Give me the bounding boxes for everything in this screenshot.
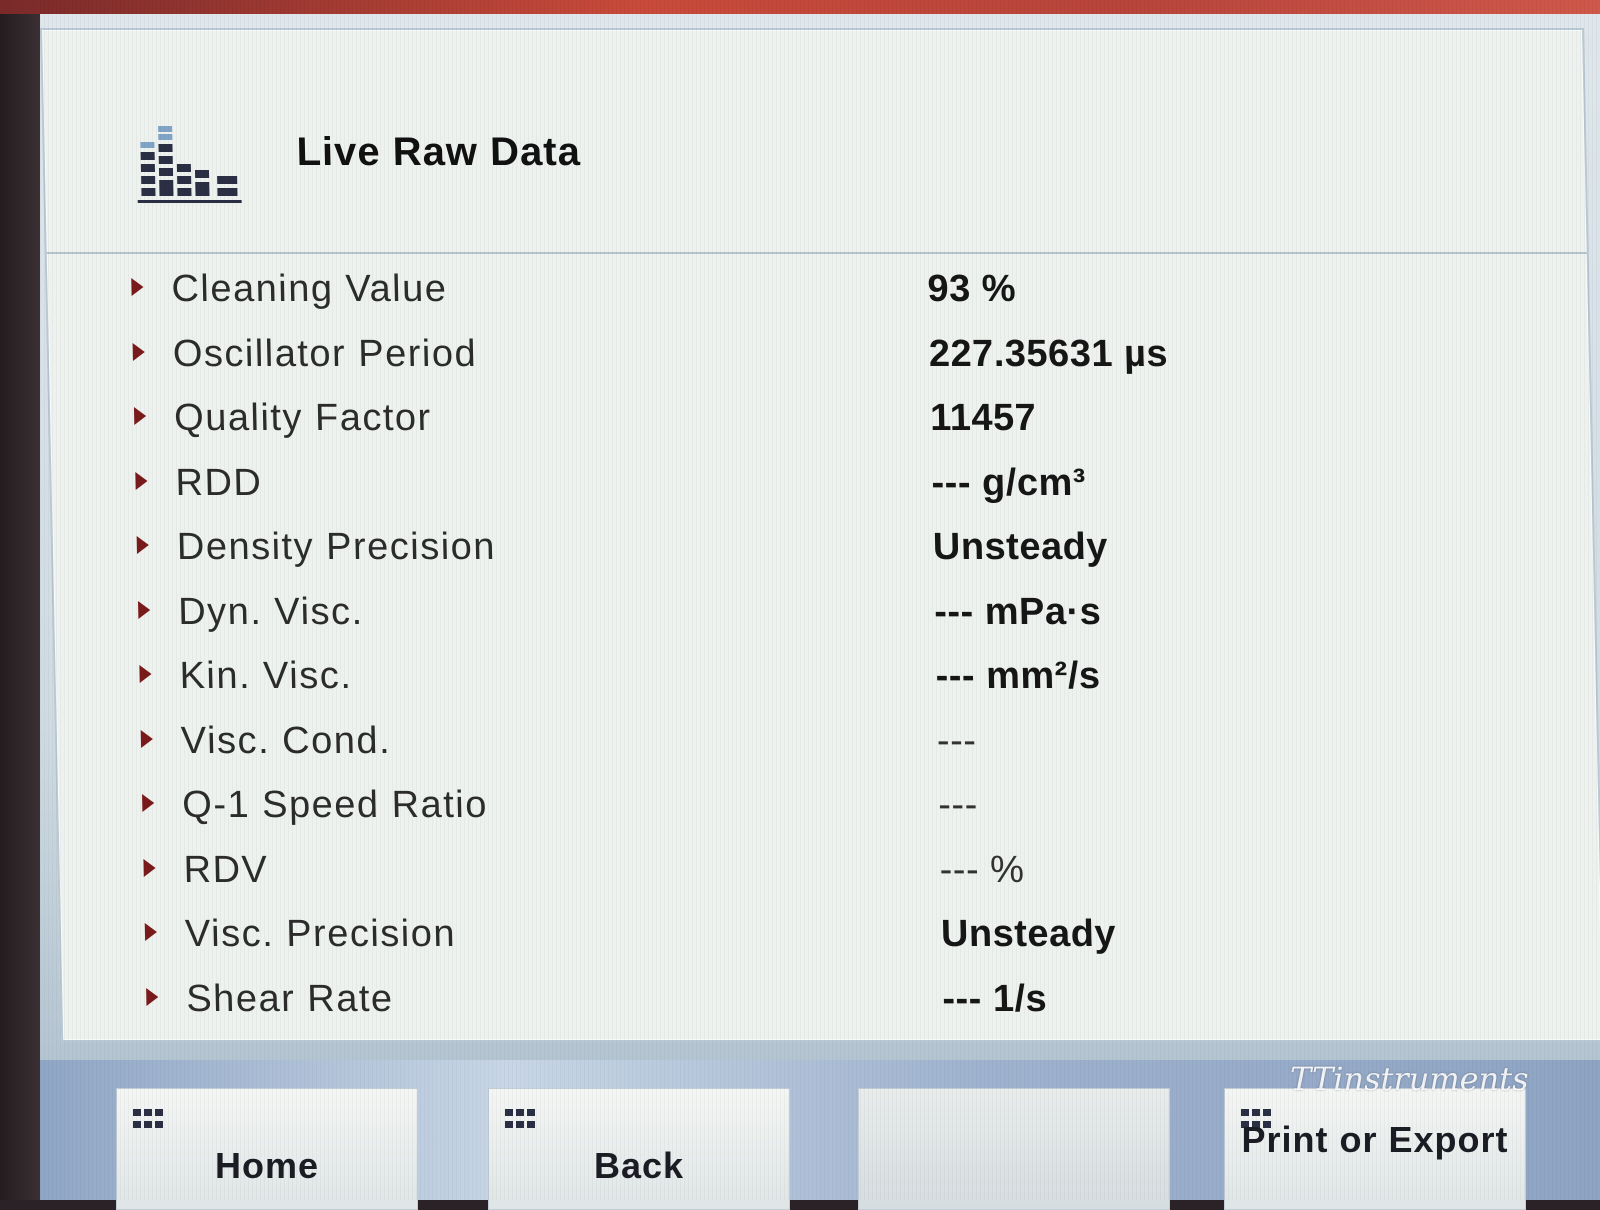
expand-arrow-icon <box>136 536 150 554</box>
panel-header: Live Raw Data <box>42 30 1587 254</box>
row-value: Unsteady <box>940 913 1117 955</box>
row-label: Quality Factor <box>173 397 433 439</box>
row-label: Kin. Visc. <box>179 655 353 697</box>
row-label: Density Precision <box>176 526 497 568</box>
list-item[interactable]: Visc. Cond. --- <box>56 710 1597 775</box>
list-item[interactable]: RDV --- % <box>59 839 1600 904</box>
expand-arrow-icon <box>132 342 145 361</box>
home-button-label: Home <box>214 1145 320 1186</box>
list-item[interactable]: Q-1 Speed Ratio --- <box>58 774 1599 839</box>
list-item[interactable]: Oscillator Period 227.35631 µs <box>48 323 1589 388</box>
grip-icon <box>505 1109 535 1129</box>
back-button-label: Back <box>593 1145 685 1186</box>
list-item[interactable]: Density Precision Unsteady <box>52 516 1593 581</box>
expand-arrow-icon <box>133 407 147 425</box>
print-export-button-label: Print or Export <box>1241 1119 1509 1160</box>
row-value: --- <box>937 784 979 826</box>
row-value: --- mPa·s <box>933 590 1102 633</box>
expand-arrow-icon <box>135 471 148 490</box>
expand-arrow-icon <box>143 858 156 877</box>
bar-chart-icon <box>137 126 242 203</box>
expand-arrow-icon <box>140 729 154 748</box>
home-button[interactable]: Home <box>116 1088 418 1210</box>
list-item[interactable]: RDD --- g/cm³ <box>51 452 1592 517</box>
print-export-button[interactable]: Print or Export <box>1224 1088 1526 1210</box>
watermark: TTinstruments <box>1290 1060 1529 1098</box>
row-value: 11457 <box>929 397 1037 439</box>
row-value: --- g/cm³ <box>931 461 1087 504</box>
row-label: Cleaning Value <box>171 268 448 310</box>
row-value: --- <box>936 719 977 762</box>
row-label: Visc. Cond. <box>180 719 392 762</box>
list-item[interactable]: Quality Factor 11457 <box>50 387 1591 452</box>
row-label: RDV <box>183 848 269 891</box>
list-item[interactable]: Kin. Visc. --- mm²/s <box>55 645 1596 710</box>
expand-arrow-icon <box>139 665 152 683</box>
page-title: Live Raw Data <box>296 130 582 174</box>
list-item[interactable]: Cleaning Value 93 % <box>47 258 1588 323</box>
empty-button[interactable] <box>858 1088 1170 1210</box>
expand-arrow-icon <box>137 600 151 619</box>
row-label: Oscillator Period <box>172 332 478 375</box>
row-value: --- 1/s <box>941 977 1048 1020</box>
expand-arrow-icon <box>142 794 155 812</box>
monitor-bezel-top <box>0 0 1600 14</box>
row-value: --- % <box>939 848 1025 891</box>
data-list: Cleaning Value 93 % Oscillator Period 22… <box>47 258 1600 1032</box>
row-label: RDD <box>175 461 263 504</box>
row-value: 93 % <box>927 268 1017 310</box>
list-item[interactable]: Dyn. Visc. --- mPa·s <box>54 581 1595 646</box>
row-label: Shear Rate <box>185 977 395 1020</box>
list-item[interactable]: Visc. Precision Unsteady <box>60 903 1600 968</box>
list-item[interactable]: Shear Rate --- 1/s <box>62 968 1600 1033</box>
row-label: Visc. Precision <box>184 913 457 955</box>
expand-arrow-icon <box>144 923 158 941</box>
live-raw-data-panel: Live Raw Data Cleaning Value 93 % Oscill… <box>40 28 1600 1042</box>
back-button[interactable]: Back <box>488 1088 790 1210</box>
row-label: Q-1 Speed Ratio <box>181 784 489 826</box>
expand-arrow-icon <box>131 278 144 296</box>
row-value: --- mm²/s <box>935 655 1101 697</box>
row-value: Unsteady <box>932 526 1109 568</box>
expand-arrow-icon <box>146 987 159 1006</box>
grip-icon <box>133 1109 163 1129</box>
row-label: Dyn. Visc. <box>177 590 365 633</box>
monitor-bezel-left <box>0 0 40 1200</box>
row-value: 227.35631 µs <box>928 332 1169 375</box>
